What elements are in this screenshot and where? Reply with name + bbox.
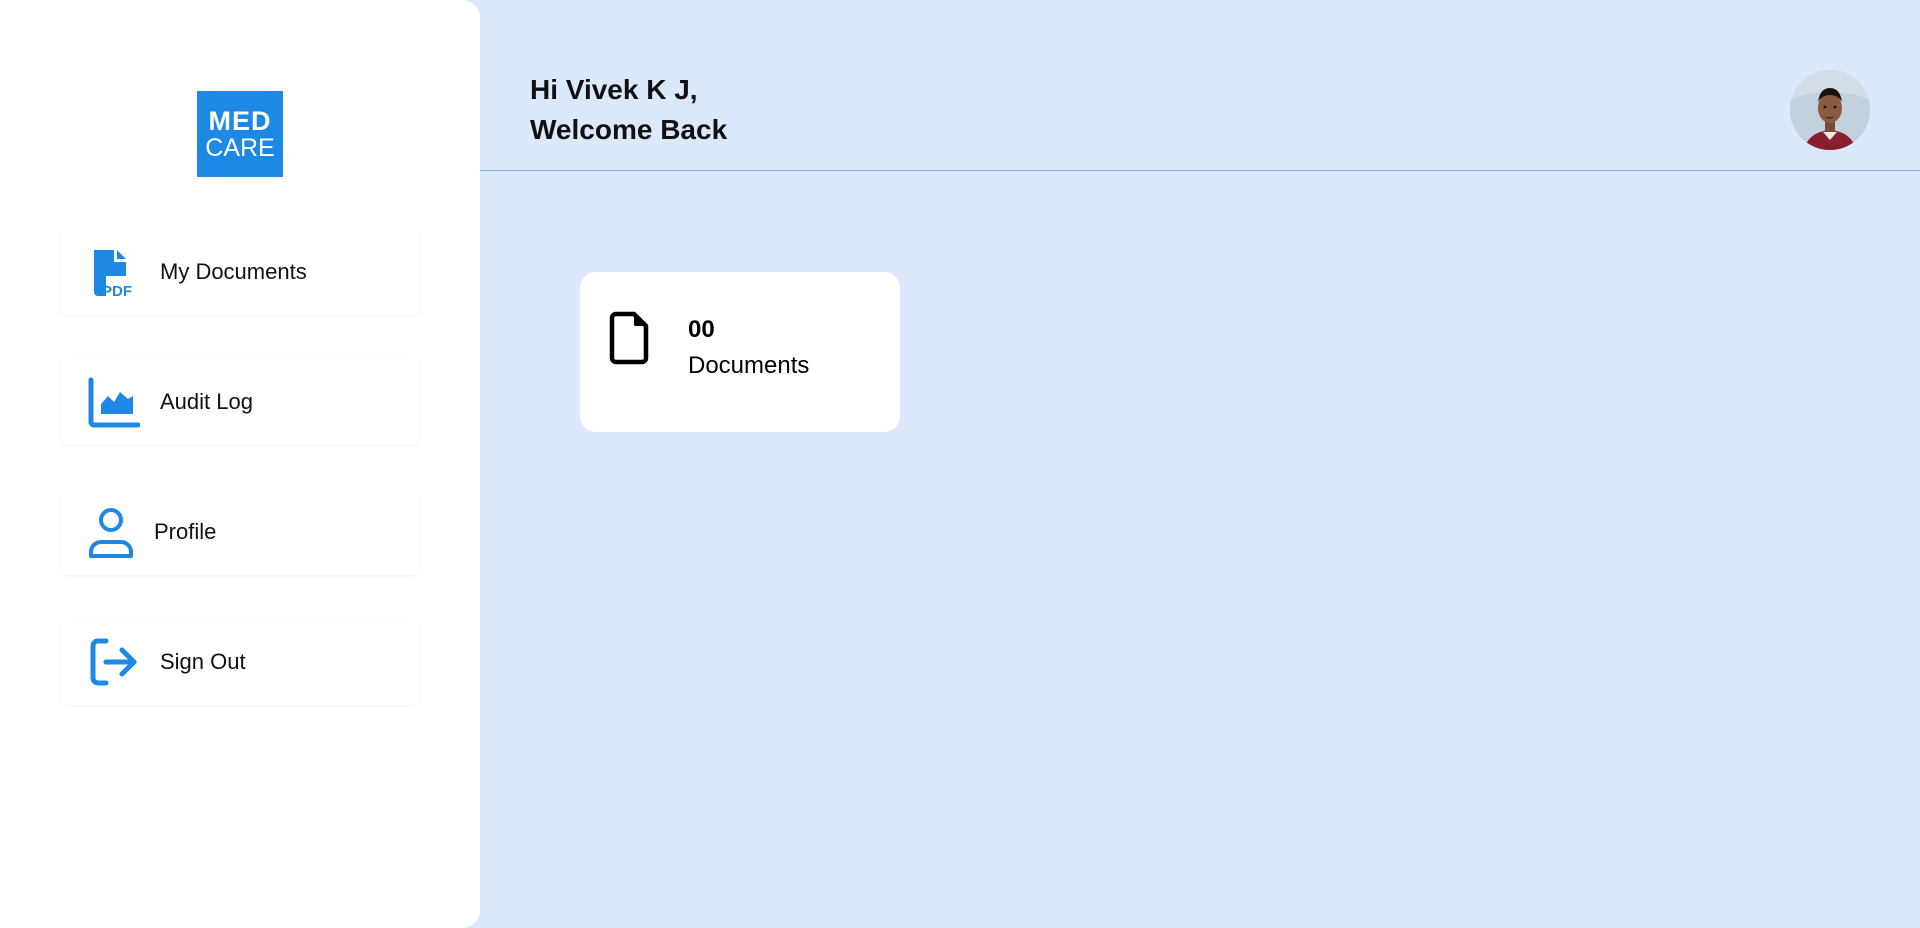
- sidebar-item-my-documents[interactable]: PDF My Documents: [60, 229, 420, 315]
- page-title: Hi Vivek K J, Welcome Back: [530, 70, 727, 150]
- logo-line2: CARE: [205, 133, 275, 162]
- sign-out-icon: [88, 636, 140, 688]
- sidebar-item-label: Sign Out: [160, 649, 246, 674]
- sidebar-item-sign-out[interactable]: Sign Out: [60, 619, 420, 705]
- sidebar-item-label: My Documents: [160, 259, 307, 284]
- area-chart-icon: [88, 376, 140, 428]
- sidebar: MED CARE PDF My Documents Audit Log Prof…: [0, 0, 480, 928]
- greeting-welcome: Welcome Back: [530, 114, 728, 145]
- svg-text:PDF: PDF: [102, 283, 132, 298]
- sidebar-item-label: Profile: [154, 519, 217, 544]
- sidebar-item-label: Audit Log: [160, 389, 253, 414]
- top-header: Hi Vivek K J, Welcome Back: [480, 0, 1920, 171]
- user-icon: [88, 506, 140, 558]
- greeting-name: Hi Vivek K J,: [530, 74, 698, 105]
- logo-line1: MED: [208, 105, 272, 136]
- documents-stat-card[interactable]: 00 Documents: [580, 272, 900, 432]
- document-icon: [608, 310, 654, 366]
- pdf-file-icon: PDF: [88, 246, 140, 298]
- sidebar-item-audit-log[interactable]: Audit Log: [60, 359, 420, 445]
- user-avatar-photo: [1790, 70, 1870, 150]
- documents-label: Documents: [688, 352, 810, 379]
- avatar[interactable]: [1790, 70, 1870, 150]
- documents-count: 00: [688, 316, 715, 343]
- sidebar-item-profile[interactable]: Profile: [60, 489, 420, 575]
- medcare-logo[interactable]: MED CARE: [197, 91, 283, 177]
